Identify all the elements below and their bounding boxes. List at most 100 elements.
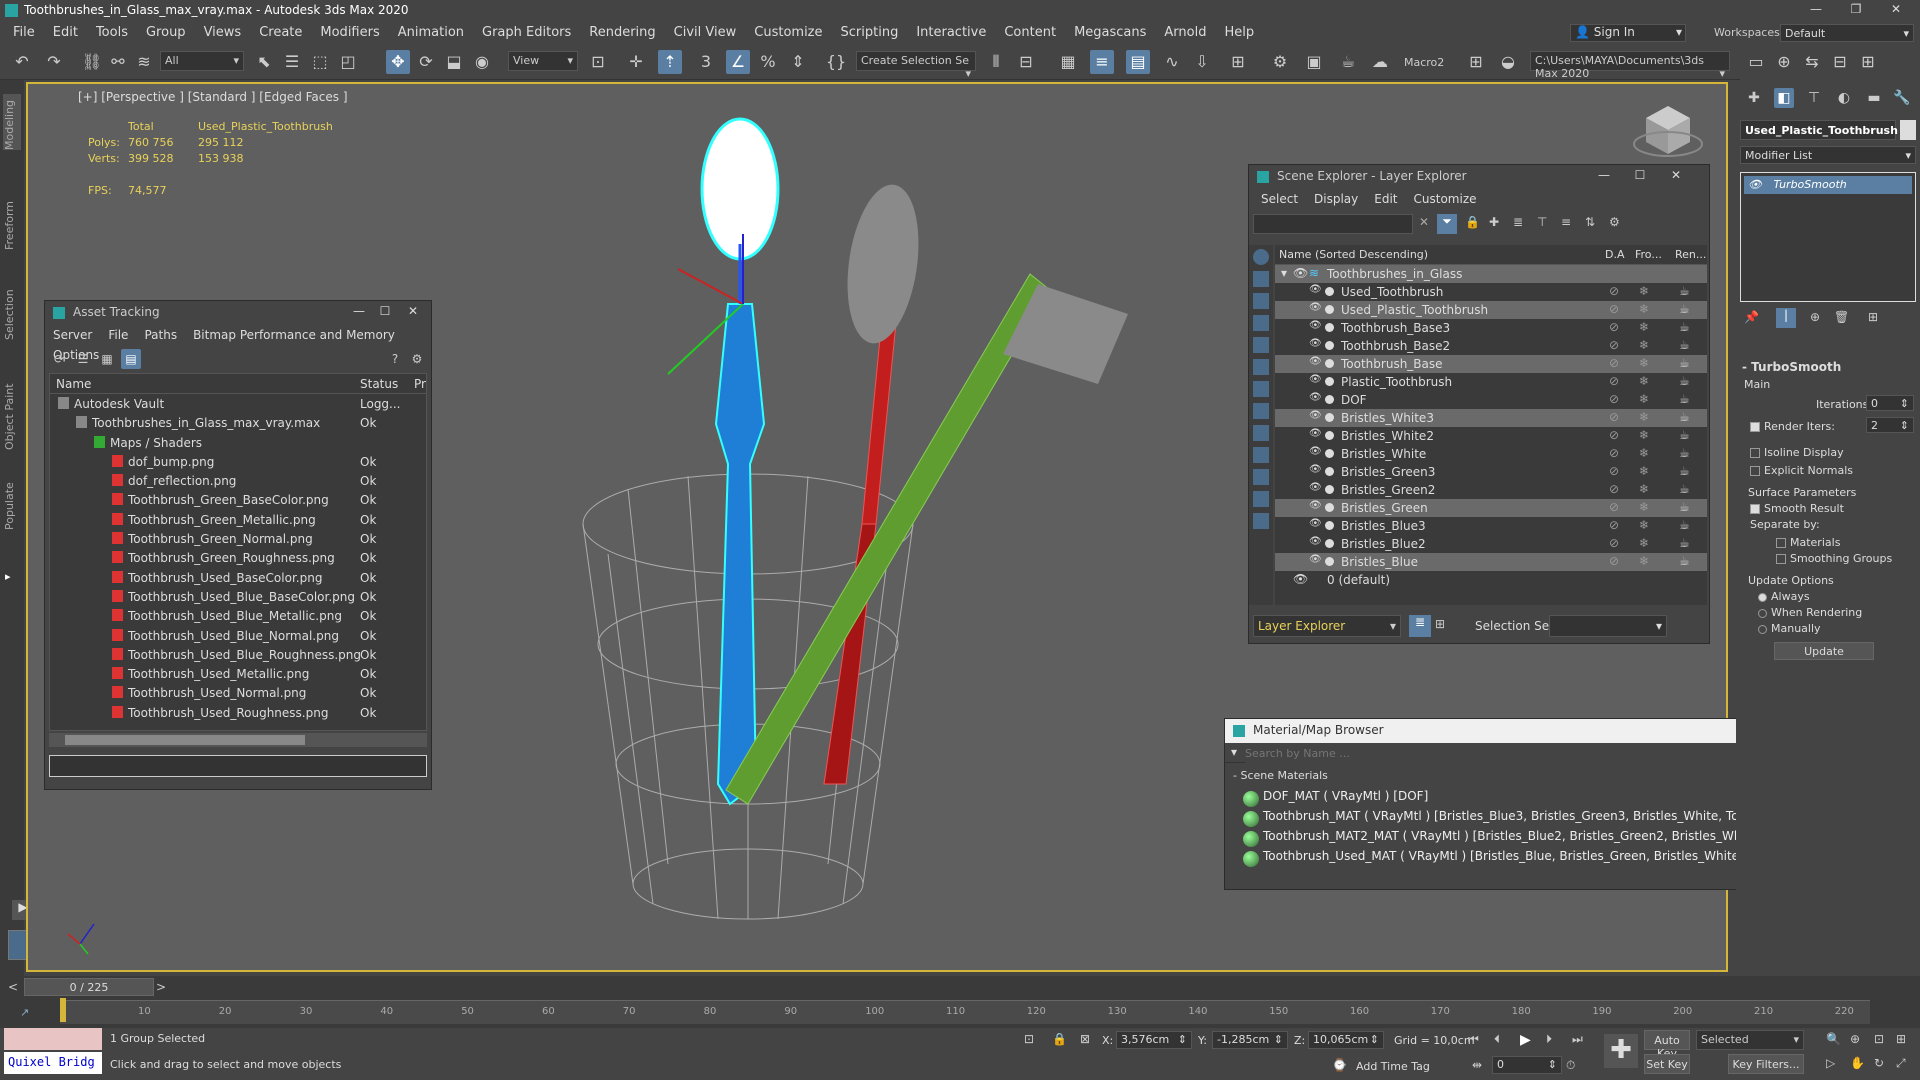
helpers-filter-icon[interactable] [1253,359,1269,375]
menu-group[interactable]: Group [137,22,195,44]
explorer-type-dropdown[interactable]: Layer Explorer ▾ [1253,615,1401,637]
time-slider[interactable]: 0 / 225 [24,978,154,996]
renderable-icon[interactable]: ☕ [1679,518,1690,532]
field-of-view-icon[interactable]: ▷ [1826,1056,1835,1070]
layer-object-row[interactable]: 👁 Bristles_Green ⊘ ❄ ☕ [1275,499,1707,517]
manage-layers-icon[interactable]: ⊕ [1772,50,1796,74]
selection-set-dropdown[interactable]: ▾ [1549,615,1667,637]
asset-row[interactable]: Toothbrush_Green_Roughness.png Ok [50,548,426,567]
geometry-filter-icon[interactable] [1253,271,1269,287]
display-as-box-icon[interactable]: ⊘ [1609,428,1619,442]
renderable-icon[interactable]: ☕ [1679,482,1690,496]
render-iters-checkbox[interactable]: Render Iters: [1750,420,1835,433]
freeze-icon[interactable]: ❄ [1639,284,1649,298]
menu-scripting[interactable]: Scripting [832,22,908,44]
layer-object-row[interactable]: 👁 Bristles_White3 ⊘ ❄ ☕ [1275,409,1707,427]
asset-menu-server[interactable]: Server [45,325,100,345]
display-as-box-icon[interactable]: ⊘ [1609,338,1619,352]
ref-coord-dropdown[interactable]: View ▾ [508,51,578,71]
tab-populate[interactable]: Populate [3,470,21,530]
rendered-frame-icon[interactable]: ▣ [1302,50,1326,74]
eye-icon[interactable]: 👁 [1309,536,1322,547]
renderable-icon[interactable]: ☕ [1679,464,1690,478]
asset-row[interactable]: Toothbrush_Used_Roughness.png Ok [50,703,426,722]
rotate-icon[interactable]: ⟳ [414,50,438,74]
asset-menu-paths[interactable]: Paths [136,325,185,345]
play-icon[interactable]: ▶ [1520,1032,1531,1048]
options-icon[interactable]: ⚙ [1609,215,1620,229]
display-all-icon[interactable] [1253,249,1269,265]
eye-icon[interactable]: 👁 [1309,518,1322,529]
display-as-box-icon[interactable]: ⊘ [1609,374,1619,388]
set-key-button[interactable]: Set Key [1644,1054,1690,1074]
refresh-icon[interactable]: ⟳ [49,349,69,369]
align-icon[interactable]: ⊟ [1014,50,1038,74]
menu-file[interactable]: File [4,22,44,44]
col-da[interactable]: D.A [1605,248,1625,261]
menu-views[interactable]: Views [195,22,251,44]
material-item[interactable]: Toothbrush_MAT2_MAT ( VRayMtl ) [Bristle… [1239,829,1886,849]
layer-object-row[interactable]: 👁 Bristles_Blue3 ⊘ ❄ ☕ [1275,517,1707,535]
lock-icon[interactable]: 🔒 [1465,215,1480,229]
render-cloud-icon[interactable]: ☁ [1368,50,1392,74]
freeze-icon[interactable]: ❄ [1639,554,1649,568]
display-as-box-icon[interactable]: ⊘ [1609,464,1619,478]
more-tabs-icon[interactable]: ▸ [5,570,17,588]
eye-icon[interactable]: 👁 [1309,410,1322,421]
renderable-icon[interactable]: ☕ [1679,536,1690,550]
clear-icon[interactable]: ✕ [1419,215,1429,229]
lights-filter-icon[interactable] [1253,315,1269,331]
default-layer-row[interactable]: 👁 0 (default) [1275,571,1707,589]
horizontal-scrollbar[interactable] [49,733,427,747]
col-renderable[interactable]: Ren... [1675,248,1706,261]
isolate-selection-icon[interactable]: ⊡ [1024,1032,1034,1046]
freeze-icon[interactable]: ❄ [1639,482,1649,496]
groups-filter-icon[interactable] [1253,403,1269,419]
spinner-snap-icon[interactable]: ⇕ [786,50,810,74]
arnold-icon[interactable]: ◒ [1496,50,1520,74]
motion-tab-icon[interactable]: ◐ [1834,88,1854,108]
eye-icon[interactable]: 👁 [1309,392,1322,403]
modifier-list-dropdown[interactable]: Modifier List ▾ [1740,146,1916,164]
explorer-menu-customize[interactable]: Customize [1406,189,1485,209]
configure-sets-icon[interactable]: ⊞ [1868,310,1878,324]
select-by-name-icon[interactable]: ☰ [280,50,304,74]
selection-lock-icon[interactable]: 🔒 [1052,1032,1067,1046]
update-button[interactable]: Update [1774,642,1874,660]
prev-frame-icon[interactable]: < [8,980,20,996]
asset-row[interactable]: Toothbrush_Green_Normal.png Ok [50,529,426,548]
explorer-menu-display[interactable]: Display [1306,189,1366,209]
modify-tab-icon[interactable]: ◧ [1774,88,1794,108]
pivot-icon[interactable]: ⊡ [586,50,610,74]
display-as-box-icon[interactable]: ⊘ [1609,410,1619,424]
menu-civil-view[interactable]: Civil View [665,22,746,44]
turbosmooth-rollout[interactable]: - TurboSmooth [1742,360,1914,376]
hierarchy-icon[interactable]: ⊤ [1537,215,1547,229]
link-icon[interactable]: ⛓ [80,50,104,74]
space-warps-filter-icon[interactable] [1253,381,1269,397]
pin-stack-icon[interactable]: 📌 [1744,310,1759,324]
smooth-result-checkbox[interactable]: Smooth Result [1750,502,1844,515]
utilities-tab-icon[interactable]: 🔧 [1892,88,1912,108]
orbit-icon[interactable]: ↻ [1874,1056,1884,1070]
asset-row[interactable]: Autodesk Vault Logg... [50,394,426,413]
material-search-input[interactable] [1245,743,1815,763]
asset-menu-file[interactable]: File [100,325,136,345]
restore-button[interactable]: ❐ [1836,2,1876,20]
edit-named-sets-icon[interactable]: {} [824,50,848,74]
collapse-icon[interactable]: ⊟ [1828,50,1852,74]
x-coord-field[interactable]: 3,576cm ⇕ [1116,1031,1192,1049]
zoom-extents-all-icon[interactable]: ⊞ [1896,1032,1906,1046]
eye-icon[interactable]: 👁 [1309,356,1322,367]
layer-object-row[interactable]: 👁 Toothbrush_Base2 ⊘ ❄ ☕ [1275,337,1707,355]
menu-create[interactable]: Create [250,22,311,44]
layer-object-row[interactable]: 👁 Bristles_White ⊘ ❄ ☕ [1275,445,1707,463]
next-frame-icon[interactable]: > [156,980,168,996]
freeze-icon[interactable]: ❄ [1639,302,1649,316]
eye-icon[interactable]: 👁 [1309,482,1322,493]
undo-icon[interactable]: ↶ [10,50,34,74]
layer-object-row[interactable]: 👁 Bristles_Blue2 ⊘ ❄ ☕ [1275,535,1707,553]
layer-object-row[interactable]: 👁 Bristles_Green3 ⊘ ❄ ☕ [1275,463,1707,481]
asset-row[interactable]: dof_reflection.png Ok [50,471,426,490]
rect-selection-icon[interactable]: ⬚ [308,50,332,74]
